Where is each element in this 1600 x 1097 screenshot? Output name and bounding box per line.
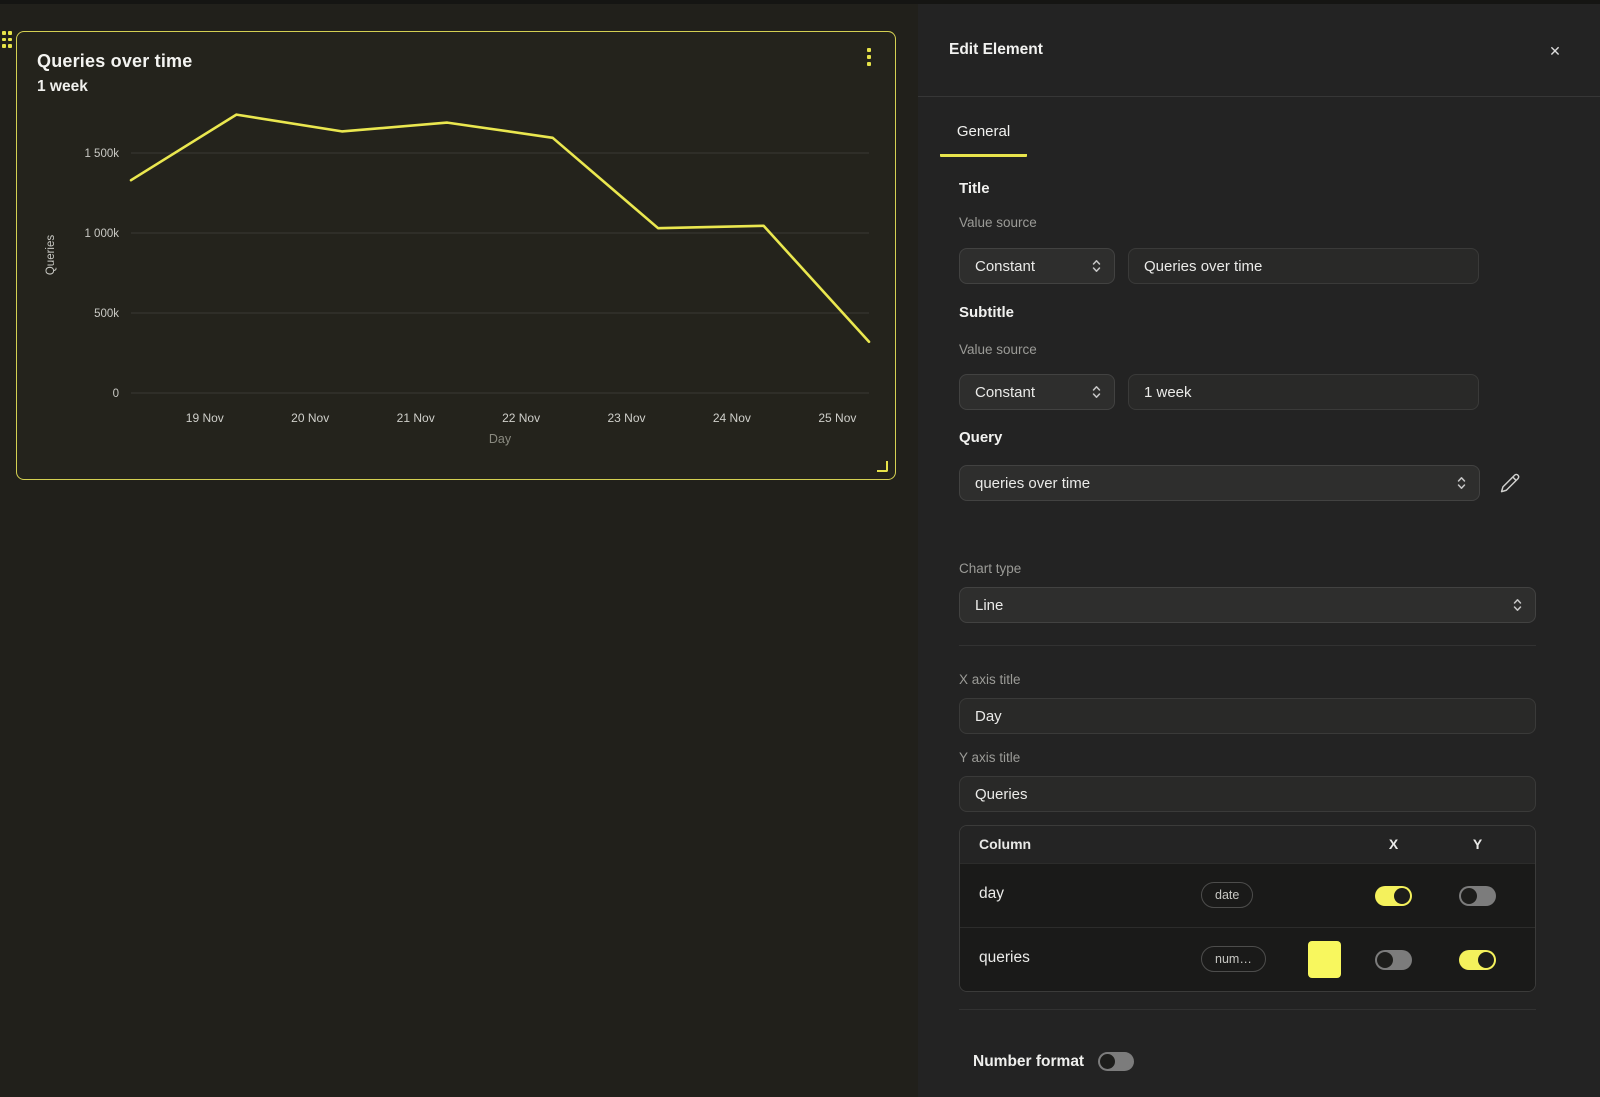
chevron-updown-icon	[1456, 475, 1467, 491]
chart-type-select[interactable]: Line	[959, 587, 1536, 623]
x-axis-input-wrap	[959, 698, 1536, 734]
sidebar-title: Edit Element	[949, 41, 1043, 59]
subtitle-section-heading: Subtitle	[959, 304, 1014, 321]
column-type-badge: date	[1201, 882, 1253, 908]
svg-text:Day: Day	[489, 432, 512, 446]
top-strip	[0, 0, 1600, 4]
number-format-toggle[interactable]	[1098, 1052, 1134, 1071]
svg-text:23 Nov: 23 Nov	[607, 411, 645, 425]
svg-text:25 Nov: 25 Nov	[818, 411, 856, 425]
chart-title: Queries over time	[37, 51, 192, 72]
pencil-icon[interactable]	[1499, 472, 1521, 494]
query-select[interactable]: queries over time	[959, 465, 1480, 501]
svg-text:0: 0	[113, 388, 119, 400]
svg-text:Queries: Queries	[45, 235, 57, 276]
y-axis-toggle[interactable]	[1459, 950, 1496, 970]
svg-text:22 Nov: 22 Nov	[502, 411, 540, 425]
x-axis-toggle[interactable]	[1375, 886, 1412, 906]
subtitle-value-input[interactable]	[1144, 384, 1463, 401]
title-value-source-label: Value source	[959, 215, 1037, 230]
column-header: Column	[979, 836, 1031, 852]
table-row: day date	[960, 863, 1535, 927]
chevron-updown-icon	[1512, 597, 1523, 613]
column-type-badge: num…	[1201, 946, 1266, 972]
svg-text:500k: 500k	[94, 308, 119, 320]
query-section-heading: Query	[959, 429, 1002, 446]
title-section-heading: Title	[959, 180, 990, 197]
svg-text:1 000k: 1 000k	[84, 228, 119, 240]
subtitle-value-input-wrap	[1128, 374, 1479, 410]
svg-text:20 Nov: 20 Nov	[291, 411, 329, 425]
y-header: Y	[1459, 836, 1496, 852]
columns-table-body: day date queries num…	[960, 863, 1535, 991]
svg-text:21 Nov: 21 Nov	[397, 411, 435, 425]
svg-text:24 Nov: 24 Nov	[713, 411, 751, 425]
chart-subtitle: 1 week	[37, 78, 88, 96]
series-color-swatch[interactable]	[1308, 941, 1341, 978]
y-axis-input-wrap	[959, 776, 1536, 812]
resize-handle[interactable]	[877, 461, 888, 472]
divider	[959, 645, 1536, 646]
close-icon[interactable]: ✕	[1540, 36, 1570, 66]
edit-element-sidebar: Edit Element ✕ General Title Value sourc…	[918, 0, 1600, 1097]
column-name: day	[979, 885, 1004, 903]
title-source-select[interactable]: Constant	[959, 248, 1115, 284]
svg-text:1 500k: 1 500k	[84, 148, 119, 160]
x-axis-toggle[interactable]	[1375, 950, 1412, 970]
svg-text:19 Nov: 19 Nov	[186, 411, 224, 425]
y-axis-toggle[interactable]	[1459, 886, 1496, 906]
chart-type-label: Chart type	[959, 561, 1021, 576]
columns-table-header: Column X Y	[960, 826, 1535, 863]
sidebar-header: Edit Element ✕	[918, 0, 1600, 97]
title-value-input[interactable]	[1144, 258, 1463, 275]
x-axis-title-input[interactable]	[975, 708, 1520, 725]
columns-table: Column X Y day date queries num…	[959, 825, 1536, 992]
number-format-label: Number format	[973, 1053, 1084, 1071]
chevron-updown-icon	[1091, 384, 1102, 400]
y-axis-title-label: Y axis title	[959, 750, 1020, 765]
x-axis-title-label: X axis title	[959, 672, 1021, 687]
dashboard-canvas: 0 500k 1 000k 1 500k 19 Nov 20 Nov 21 Nov 22 No…	[0, 0, 918, 1097]
y-axis-title-input[interactable]	[975, 786, 1520, 803]
x-header: X	[1375, 836, 1412, 852]
kebab-vertical-icon[interactable]	[862, 46, 876, 70]
drag-dots-icon[interactable]	[2, 31, 12, 48]
subtitle-value-source-label: Value source	[959, 342, 1037, 357]
title-value-input-wrap	[1128, 248, 1479, 284]
subtitle-source-select[interactable]: Constant	[959, 374, 1115, 410]
line-chart: 0 500k 1 000k 1 500k 19 Nov 20 Nov 21 Nov 22 No…	[17, 32, 897, 481]
chevron-updown-icon	[1091, 258, 1102, 274]
table-row: queries num…	[960, 927, 1535, 991]
column-name: queries	[979, 949, 1030, 967]
divider	[959, 1009, 1536, 1010]
tab-general[interactable]: General	[940, 123, 1027, 157]
chart-element-panel[interactable]: 0 500k 1 000k 1 500k 19 Nov 20 Nov 21 Nov 22 No…	[16, 31, 896, 480]
